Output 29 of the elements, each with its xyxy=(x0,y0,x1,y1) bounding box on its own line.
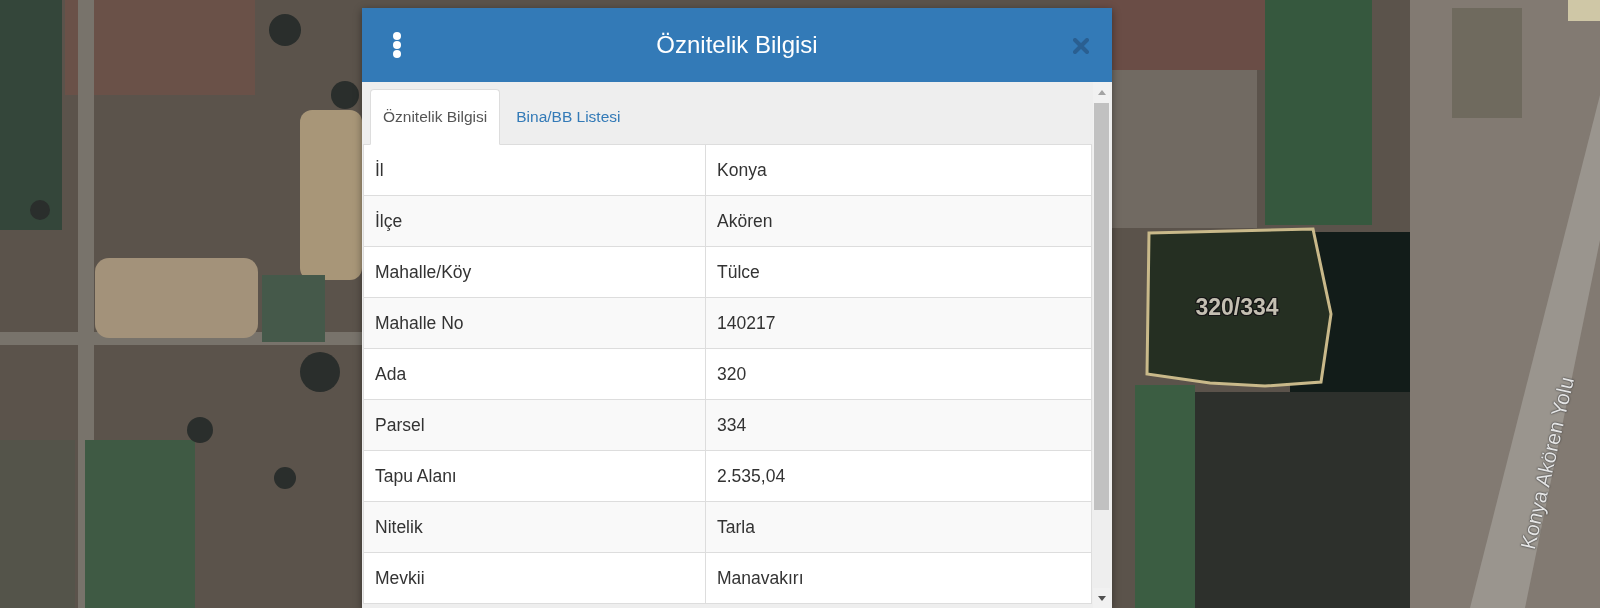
table-cell-text: Manavakırı xyxy=(716,566,805,590)
tab[interactable]: Bina/BB Listesi xyxy=(502,89,635,145)
parcel-label: 320/334 xyxy=(1195,295,1279,319)
close-icon xyxy=(1073,38,1089,54)
table-cell-text: 334 xyxy=(716,413,748,437)
table-cell: İlçe xyxy=(364,196,706,246)
table-cell-text: Tarla xyxy=(716,515,756,539)
scroll-down-icon xyxy=(1097,595,1106,601)
tab[interactable]: Öznitelik Bilgisi xyxy=(370,89,501,145)
table-cell: Parsel xyxy=(364,400,706,450)
table-cell: İl xyxy=(364,145,706,195)
vertical-dots-icon xyxy=(392,32,402,58)
scrollbar-thumb[interactable] xyxy=(1093,103,1110,510)
table-cell: Mevkii xyxy=(364,553,706,603)
table-cell-text: 320 xyxy=(716,362,748,386)
table-cell-text: 140217 xyxy=(716,311,777,335)
table-cell-text: Konya xyxy=(716,158,768,182)
close-button[interactable] xyxy=(1071,36,1091,56)
scroll-up-icon xyxy=(1097,90,1106,95)
road-label: Konya Akören Yolu xyxy=(1516,374,1578,552)
table-cell: Mahalle No xyxy=(364,298,706,348)
table-cell: Mahalle/Köy xyxy=(364,247,706,297)
dialog-title: Öznitelik Bilgisi xyxy=(656,33,818,57)
table-cell: Ada xyxy=(364,349,706,399)
table-cell-text: Akören xyxy=(716,209,774,233)
table-cell-text: 2.535,04 xyxy=(716,464,787,488)
table-cell: Tapu Alanı xyxy=(364,451,706,501)
table-cell-text: Tülce xyxy=(716,260,761,284)
table-cell: Nitelik xyxy=(364,502,706,552)
